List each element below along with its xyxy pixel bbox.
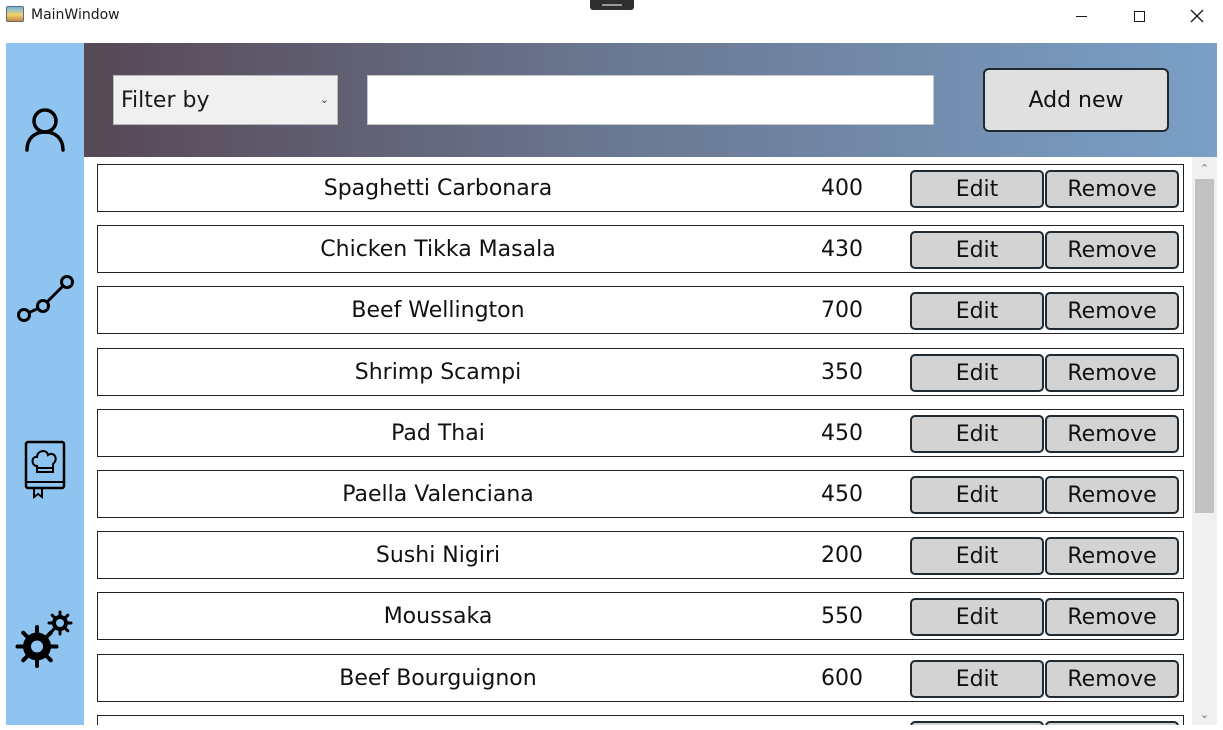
- edit-button[interactable]: Edit: [910, 476, 1044, 514]
- user-icon: [25, 108, 65, 152]
- recipe-name: Moussaka: [383, 603, 493, 629]
- header-toolbar: Filter by ⌄ Add new: [84, 43, 1217, 157]
- list-item: Beef Wellington 700 Edit Remove: [97, 286, 1184, 334]
- close-icon: [1190, 9, 1204, 23]
- edit-button[interactable]: Edit: [910, 170, 1044, 208]
- filter-by-label: Filter by: [121, 87, 210, 113]
- list-item: Beef Bourguignon 600 Edit Remove: [97, 654, 1184, 702]
- remove-button[interactable]: [1045, 721, 1179, 725]
- remove-button[interactable]: Remove: [1045, 598, 1179, 636]
- sidebar-item-statistics[interactable]: [6, 264, 84, 334]
- recipe-name: Chicken Tikka Masala: [320, 236, 556, 262]
- recipe-name: Beef Wellington: [351, 297, 525, 323]
- filter-by-dropdown[interactable]: Filter by ⌄: [113, 75, 338, 125]
- graph-icon: [17, 275, 74, 322]
- edit-button[interactable]: Edit: [910, 537, 1044, 575]
- scrollbar-thumb[interactable]: [1195, 179, 1214, 513]
- list-item: Pad Thai 450 Edit Remove: [97, 409, 1184, 457]
- title-bar: MainWindow: [0, 0, 1223, 32]
- remove-button[interactable]: Remove: [1045, 660, 1179, 698]
- recipe-calories: 400: [821, 175, 863, 201]
- remove-button[interactable]: Remove: [1045, 231, 1179, 269]
- maximize-button[interactable]: [1116, 0, 1162, 32]
- edit-button[interactable]: Edit: [910, 231, 1044, 269]
- recipe-name: Pad Thai: [391, 420, 485, 446]
- recipe-name: Sushi Nigiri: [375, 542, 501, 568]
- scroll-down-arrow-icon[interactable]: ⌄: [1192, 703, 1217, 725]
- sidebar: [6, 43, 84, 725]
- list-item: [97, 715, 1184, 725]
- recipe-calories: 350: [821, 359, 863, 385]
- edit-button[interactable]: Edit: [910, 598, 1044, 636]
- recipe-name: Spaghetti Carbonara: [323, 175, 553, 201]
- edit-button[interactable]: Edit: [910, 415, 1044, 453]
- edit-button[interactable]: [910, 721, 1044, 725]
- sidebar-item-recipes[interactable]: [6, 434, 84, 504]
- maximize-icon: [1133, 10, 1145, 22]
- list-item: Spaghetti Carbonara 400 Edit Remove: [97, 164, 1184, 212]
- vertical-scrollbar[interactable]: ⌃ ⌄: [1192, 157, 1217, 725]
- recipe-calories: 450: [821, 420, 863, 446]
- recipe-name: Beef Bourguignon: [339, 665, 537, 691]
- list-item: Shrimp Scampi 350 Edit Remove: [97, 348, 1184, 396]
- list-item: Sushi Nigiri 200 Edit Remove: [97, 531, 1184, 579]
- chevron-down-icon: ⌄: [319, 93, 329, 106]
- recipe-calories: [798, 716, 886, 725]
- sidebar-item-settings[interactable]: [6, 604, 84, 674]
- drag-grip-handle[interactable]: [590, 0, 634, 10]
- recipe-calories: 200: [821, 542, 863, 568]
- minimize-icon: [1075, 15, 1087, 17]
- sidebar-item-profile[interactable]: [6, 94, 84, 164]
- recipe-calories: 600: [821, 665, 863, 691]
- add-new-button[interactable]: Add new: [983, 68, 1169, 132]
- scroll-up-arrow-icon[interactable]: ⌃: [1192, 157, 1217, 179]
- remove-button[interactable]: Remove: [1045, 354, 1179, 392]
- remove-button[interactable]: Remove: [1045, 170, 1179, 208]
- remove-button[interactable]: Remove: [1045, 476, 1179, 514]
- recipe-calories: 450: [821, 481, 863, 507]
- remove-button[interactable]: Remove: [1045, 292, 1179, 330]
- window-title: MainWindow: [31, 7, 120, 23]
- recipe-name: Shrimp Scampi: [354, 359, 522, 385]
- edit-button[interactable]: Edit: [910, 292, 1044, 330]
- settings-gears-icon: [15, 610, 73, 668]
- search-input[interactable]: [367, 75, 934, 125]
- list-item: Chicken Tikka Masala 430 Edit Remove: [97, 225, 1184, 273]
- recipe-calories: 430: [821, 236, 863, 262]
- recipe-name: [98, 716, 778, 725]
- recipe-name: Paella Valenciana: [342, 481, 534, 507]
- recipe-list: Spaghetti Carbonara 400 Edit Remove Chicken …: [84, 157, 1192, 725]
- edit-button[interactable]: Edit: [910, 354, 1044, 392]
- recipe-calories: 700: [821, 297, 863, 323]
- minimize-button[interactable]: [1058, 0, 1104, 32]
- remove-button[interactable]: Remove: [1045, 537, 1179, 575]
- close-button[interactable]: [1174, 0, 1220, 32]
- list-item: Paella Valenciana 450 Edit Remove: [97, 470, 1184, 518]
- recipe-calories: 550: [821, 603, 863, 629]
- app-icon: [6, 6, 24, 22]
- edit-button[interactable]: Edit: [910, 660, 1044, 698]
- list-item: Moussaka 550 Edit Remove: [97, 592, 1184, 640]
- recipe-book-icon: [24, 440, 66, 499]
- remove-button[interactable]: Remove: [1045, 415, 1179, 453]
